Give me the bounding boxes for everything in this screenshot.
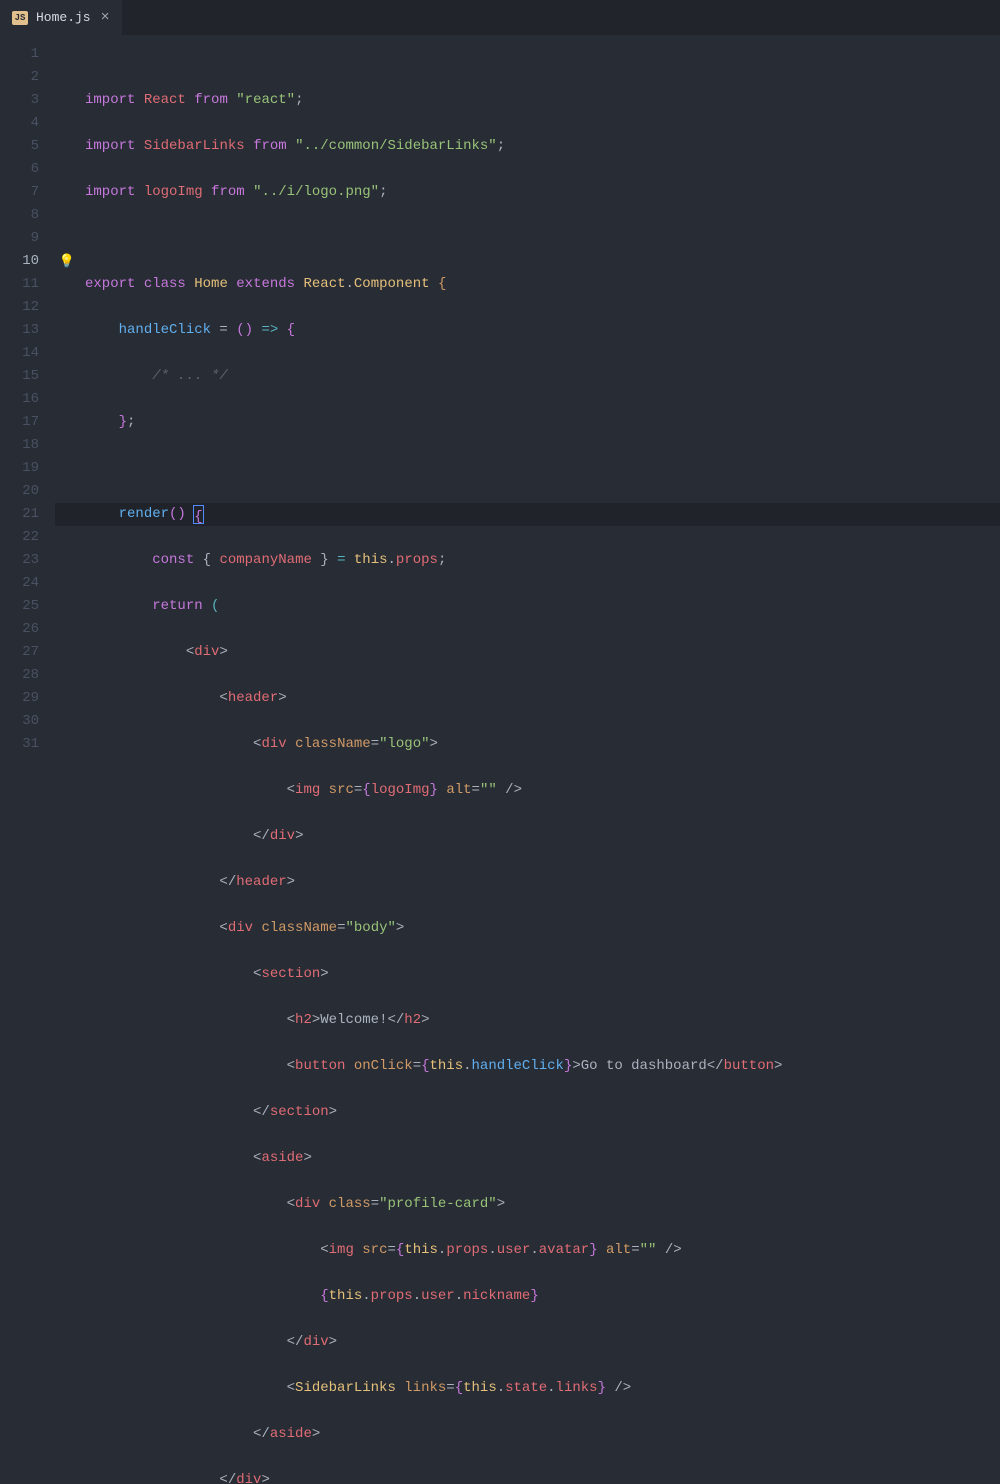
code-line[interactable]: <div> [85,641,1000,664]
line-number: 30 [0,710,39,733]
code-line[interactable]: import SidebarLinks from "../common/Side… [85,135,1000,158]
code-line[interactable]: <SidebarLinks links={this.state.links} /… [85,1377,1000,1400]
code-line[interactable]: </aside> [85,1423,1000,1446]
code-line[interactable]: </div> [85,825,1000,848]
code-line[interactable]: <h2>Welcome!</h2> [85,1009,1000,1032]
line-number: 24 [0,572,39,595]
code-line[interactable]: import React from "react"; [85,89,1000,112]
code-area[interactable]: import React from "react"; import Sideba… [55,35,1000,742]
line-number: 5 [0,135,39,158]
line-number: 8 [0,204,39,227]
line-number: 7 [0,181,39,204]
line-number: 11 [0,273,39,296]
line-number: 28 [0,664,39,687]
tab-bar: JS Home.js × [0,0,1000,35]
line-number: 27 [0,641,39,664]
line-number: 3 [0,89,39,112]
code-line[interactable]: return ( [85,595,1000,618]
line-number: 18 [0,434,39,457]
line-number: 2 [0,66,39,89]
code-line[interactable]: </div> [85,1331,1000,1354]
line-number: 29 [0,687,39,710]
line-number: 14 [0,342,39,365]
code-line[interactable]: <div className="logo"> [85,733,1000,756]
line-number: 4 [0,112,39,135]
code-line[interactable]: }; [85,411,1000,434]
line-number: 10 [0,250,39,273]
code-line[interactable]: <button onClick={this.handleClick}>Go to… [85,1055,1000,1078]
line-number: 26 [0,618,39,641]
line-number: 15 [0,365,39,388]
line-number: 13 [0,319,39,342]
line-number: 19 [0,457,39,480]
code-line[interactable]: <aside> [85,1147,1000,1170]
tab-filename: Home.js [36,10,91,25]
code-line[interactable]: <img src={logoImg} alt="" /> [85,779,1000,802]
code-line[interactable]: <div class="profile-card"> [85,1193,1000,1216]
code-line-current[interactable]: render() { [55,503,1000,526]
line-number: 6 [0,158,39,181]
code-line[interactable]: </div> [85,1469,1000,1484]
code-line[interactable]: {this.props.user.nickname} [85,1285,1000,1308]
line-number: 25 [0,595,39,618]
editor: 💡 12345678910111213141516171819202122232… [0,35,1000,742]
code-line[interactable] [85,457,1000,480]
line-number: 21 [0,503,39,526]
line-number: 16 [0,388,39,411]
code-line[interactable]: </header> [85,871,1000,894]
line-number: 17 [0,411,39,434]
line-number: 9 [0,227,39,250]
line-number: 23 [0,549,39,572]
code-line[interactable]: </section> [85,1101,1000,1124]
line-number: 22 [0,526,39,549]
line-number: 20 [0,480,39,503]
close-icon[interactable]: × [99,9,112,26]
code-line[interactable]: const { companyName } = this.props; [85,549,1000,572]
javascript-icon: JS [12,11,28,25]
code-line[interactable]: <div className="body"> [85,917,1000,940]
code-line[interactable] [85,227,1000,250]
line-number: 1 [0,43,39,66]
line-number-gutter: 💡 12345678910111213141516171819202122232… [0,35,55,742]
line-number: 31 [0,733,39,756]
tab-home-js[interactable]: JS Home.js × [0,0,123,35]
code-line[interactable]: <img src={this.props.user.avatar} alt=""… [85,1239,1000,1262]
code-line[interactable]: <header> [85,687,1000,710]
code-line[interactable]: /* ... */ [85,365,1000,388]
code-line[interactable]: <section> [85,963,1000,986]
code-line[interactable]: import logoImg from "../i/logo.png"; [85,181,1000,204]
code-line[interactable]: handleClick = () => { [85,319,1000,342]
code-line[interactable]: export class Home extends React.Componen… [85,273,1000,296]
line-number: 12 [0,296,39,319]
